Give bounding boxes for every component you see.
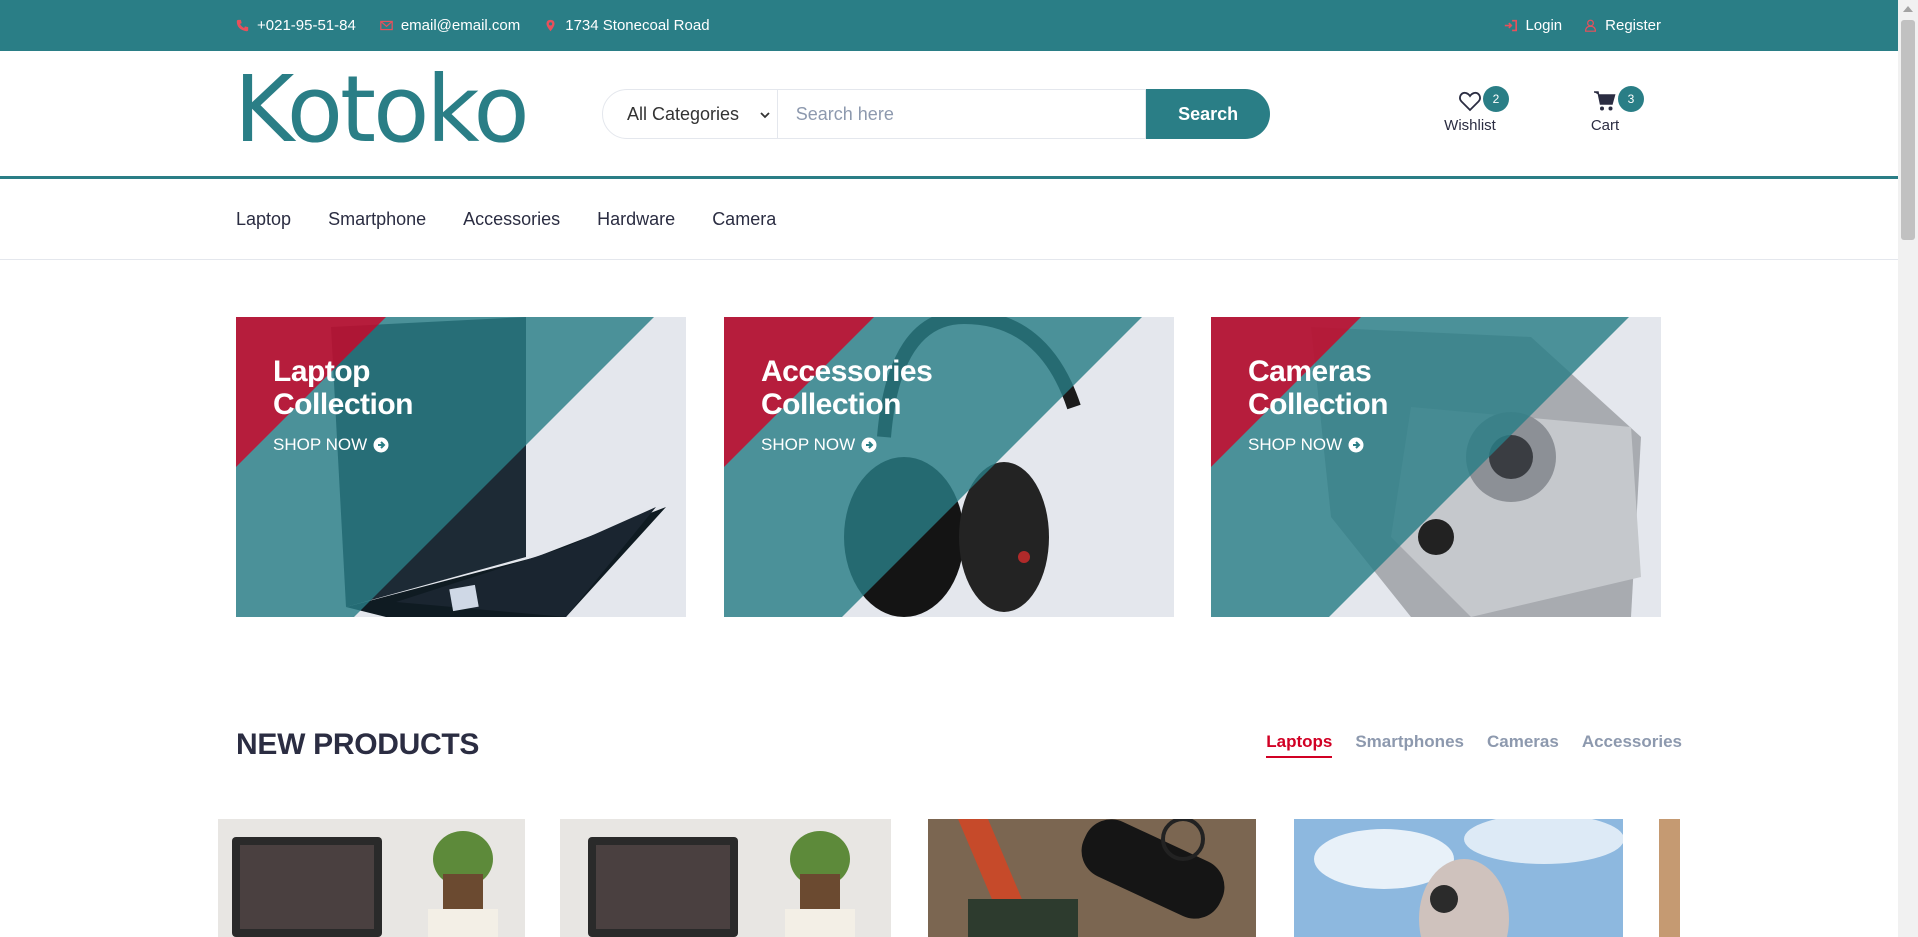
banner-title: Cameras Collection xyxy=(1248,355,1389,421)
tab-accessories[interactable]: Accessories xyxy=(1582,732,1682,758)
arrow-circle-right-icon xyxy=(1348,437,1364,453)
scroll-up-arrow-icon[interactable] xyxy=(1903,6,1913,12)
user-icon xyxy=(1585,19,1597,32)
page-scrollbar[interactable] xyxy=(1898,0,1918,937)
shopping-cart-icon xyxy=(1594,91,1616,111)
banner-title-line2: Collection xyxy=(761,388,902,421)
phone-icon xyxy=(236,19,249,32)
auth-links: Login Register xyxy=(1504,0,1661,51)
contact-info: +021-95-51-84 email@email.com 1734 Stone… xyxy=(236,0,710,51)
camera-product-photo xyxy=(928,819,1256,937)
email-contact[interactable]: email@email.com xyxy=(380,17,520,34)
search-input[interactable]: Search here xyxy=(777,89,1147,139)
banner-title-line1: Laptop xyxy=(273,355,370,388)
wishlist-button[interactable]: Wishlist 2 xyxy=(1435,86,1509,134)
nav-item-laptop[interactable]: Laptop xyxy=(236,209,291,230)
headphones-product-photo xyxy=(1294,819,1623,937)
phone-number: +021-95-51-84 xyxy=(257,17,356,34)
shop-now-label: SHOP NOW xyxy=(1248,435,1343,454)
register-label: Register xyxy=(1605,17,1661,34)
banner-title-line2: Collection xyxy=(273,388,414,421)
login-label: Login xyxy=(1525,17,1563,34)
chevron-down-icon xyxy=(760,112,770,119)
cameras-collection-banner[interactable]: Cameras Collection SHOP NOW xyxy=(1211,317,1661,617)
map-marker-icon xyxy=(546,19,555,32)
product-tabs: Laptops Smartphones Cameras Accessories xyxy=(1266,732,1682,758)
email-address: email@email.com xyxy=(400,17,521,34)
shop-now-link[interactable]: SHOP NOW xyxy=(761,435,877,455)
scrollbar-thumb[interactable] xyxy=(1901,20,1915,240)
phone-contact[interactable]: +021-95-51-84 xyxy=(236,17,356,34)
sign-in-icon xyxy=(1505,19,1518,32)
cart-label: Cart xyxy=(1590,117,1620,134)
banner-title: Accessories Collection xyxy=(761,355,933,421)
accessories-collection-banner[interactable]: Accessories Collection SHOP NOW xyxy=(724,317,1174,617)
section-title: NEW PRODUCTS xyxy=(236,728,480,761)
nav-item-smartphone[interactable]: Smartphone xyxy=(328,209,426,230)
category-navigation: Laptop Smartphone Accessories Hardware C… xyxy=(0,179,1898,260)
product-card-image[interactable] xyxy=(218,819,525,937)
site-logo[interactable]: Kotoko xyxy=(234,64,530,156)
main-header: Kotoko All Categories Search here Search… xyxy=(0,51,1898,179)
wishlist-count-badge: 2 xyxy=(1483,86,1509,112)
search-form: All Categories Search here Search xyxy=(602,89,1270,139)
category-select-value: All Categories xyxy=(627,103,740,124)
banner-title: Laptop Collection xyxy=(273,355,414,421)
login-link[interactable]: Login xyxy=(1504,17,1562,34)
laptop-product-photo xyxy=(588,831,855,937)
category-select[interactable]: All Categories xyxy=(602,89,778,139)
nav-item-hardware[interactable]: Hardware xyxy=(597,209,675,230)
banner-title-line1: Accessories xyxy=(761,355,933,388)
shop-now-label: SHOP NOW xyxy=(761,435,856,454)
nav-item-accessories[interactable]: Accessories xyxy=(463,209,560,230)
banner-title-line1: Cameras xyxy=(1248,355,1372,388)
shop-now-label: SHOP NOW xyxy=(273,435,368,454)
shop-now-link[interactable]: SHOP NOW xyxy=(273,435,389,455)
address-contact[interactable]: 1734 Stonecoal Road xyxy=(544,17,710,34)
arrow-circle-right-icon xyxy=(373,437,389,453)
product-card-image[interactable] xyxy=(1659,819,1680,937)
product-card-image[interactable] xyxy=(560,819,891,937)
cart-button[interactable]: Cart 3 xyxy=(1570,86,1644,134)
search-button[interactable]: Search xyxy=(1146,89,1270,139)
laptop-collection-banner[interactable]: Laptop Collection SHOP NOW xyxy=(236,317,686,617)
laptop-product-photo xyxy=(232,831,498,937)
street-address: 1734 Stonecoal Road xyxy=(565,17,710,34)
product-card-image[interactable] xyxy=(1294,819,1623,937)
wishlist-label: Wishlist xyxy=(1444,117,1496,134)
nav-list: Laptop Smartphone Accessories Hardware C… xyxy=(236,179,776,260)
tab-cameras[interactable]: Cameras xyxy=(1487,732,1559,758)
envelope-icon xyxy=(380,20,393,31)
arrow-circle-right-icon xyxy=(861,437,877,453)
heart-icon xyxy=(1459,91,1481,112)
tab-smartphones[interactable]: Smartphones xyxy=(1355,732,1464,758)
register-link[interactable]: Register xyxy=(1584,17,1661,34)
product-card-image[interactable] xyxy=(928,819,1256,937)
shop-now-link[interactable]: SHOP NOW xyxy=(1248,435,1364,455)
top-header-bar: +021-95-51-84 email@email.com 1734 Stone… xyxy=(0,0,1898,51)
tab-laptops[interactable]: Laptops xyxy=(1266,732,1333,758)
banner-title-line2: Collection xyxy=(1248,388,1389,421)
nav-item-camera[interactable]: Camera xyxy=(712,209,776,230)
cart-count-badge: 3 xyxy=(1618,86,1644,112)
